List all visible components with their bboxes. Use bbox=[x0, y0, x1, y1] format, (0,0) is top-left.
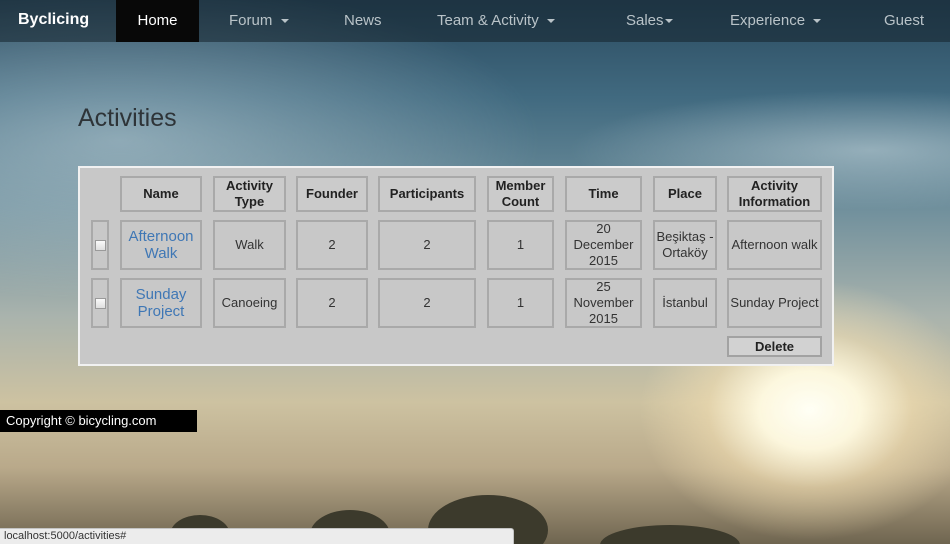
nav-forum[interactable]: Forum bbox=[229, 0, 289, 42]
table-header-name: Name bbox=[120, 176, 202, 212]
nav-team-activity[interactable]: Team & Activity bbox=[437, 0, 555, 42]
nav-experience-label: Experience bbox=[730, 12, 806, 29]
delete-button[interactable]: Delete bbox=[727, 336, 822, 357]
browser-status-bar: localhost:5000/activities# bbox=[0, 528, 514, 544]
activity-time: 25 November 2015 bbox=[565, 278, 642, 328]
activities-table: Name Activity Type Founder Participants … bbox=[78, 166, 834, 366]
activity-member-count: 1 bbox=[487, 278, 554, 328]
top-navbar: Byclicing Home Forum News Team & Activit… bbox=[0, 0, 950, 42]
table-header-time: Time bbox=[565, 176, 642, 212]
row-checkbox[interactable] bbox=[94, 239, 106, 251]
activity-name-link[interactable]: Sunday Project bbox=[120, 278, 202, 328]
copyright-footer: Copyright © bicycling.com bbox=[0, 410, 197, 432]
activity-place: İstanbul bbox=[653, 278, 717, 328]
nav-experience[interactable]: Experience bbox=[730, 0, 822, 42]
activity-name-link[interactable]: Afternoon Walk bbox=[120, 220, 202, 270]
activity-participants: 2 bbox=[378, 220, 476, 270]
nav-news[interactable]: News bbox=[344, 0, 382, 42]
chevron-down-icon bbox=[813, 19, 822, 24]
activity-participants: 2 bbox=[378, 278, 476, 328]
row-select-cell bbox=[91, 278, 109, 328]
nav-sales[interactable]: Sales bbox=[626, 0, 673, 42]
chevron-down-icon bbox=[280, 19, 289, 24]
nav-guest-label: Guest bbox=[884, 12, 925, 29]
activity-time: 20 December 2015 bbox=[565, 220, 642, 270]
nav-sales-label: Sales bbox=[626, 12, 664, 29]
table-header-participants: Participants bbox=[378, 176, 476, 212]
activity-information: Sunday Project bbox=[727, 278, 822, 328]
chevron-down-icon bbox=[546, 19, 555, 24]
activity-type: Canoeing bbox=[213, 278, 286, 328]
tree-silhouette bbox=[600, 525, 740, 544]
table-header-place: Place bbox=[653, 176, 717, 212]
activity-information: Afternoon walk bbox=[727, 220, 822, 270]
nav-home[interactable]: Home bbox=[116, 0, 199, 42]
activity-founder: 2 bbox=[296, 220, 368, 270]
nav-team-activity-label: Team & Activity bbox=[437, 12, 539, 29]
table-header-activity-information: Activity Information bbox=[727, 176, 822, 212]
nav-guest[interactable]: Guest bbox=[884, 0, 924, 42]
row-checkbox[interactable] bbox=[94, 297, 106, 309]
chevron-down-icon bbox=[664, 19, 673, 24]
nav-forum-label: Forum bbox=[229, 12, 273, 29]
table-header-member-count: Member Count bbox=[487, 176, 554, 212]
nav-home-label: Home bbox=[137, 12, 178, 29]
brand-logo-text[interactable]: Byclicing bbox=[18, 11, 89, 29]
row-select-cell bbox=[91, 220, 109, 270]
activity-type: Walk bbox=[213, 220, 286, 270]
activity-place: Beşiktaş - Ortaköy bbox=[653, 220, 717, 270]
activity-member-count: 1 bbox=[487, 220, 554, 270]
activity-founder: 2 bbox=[296, 278, 368, 328]
nav-news-label: News bbox=[344, 12, 382, 29]
table-header-activity-type: Activity Type bbox=[213, 176, 286, 212]
page-title: Activities bbox=[78, 104, 177, 132]
table-header-founder: Founder bbox=[296, 176, 368, 212]
